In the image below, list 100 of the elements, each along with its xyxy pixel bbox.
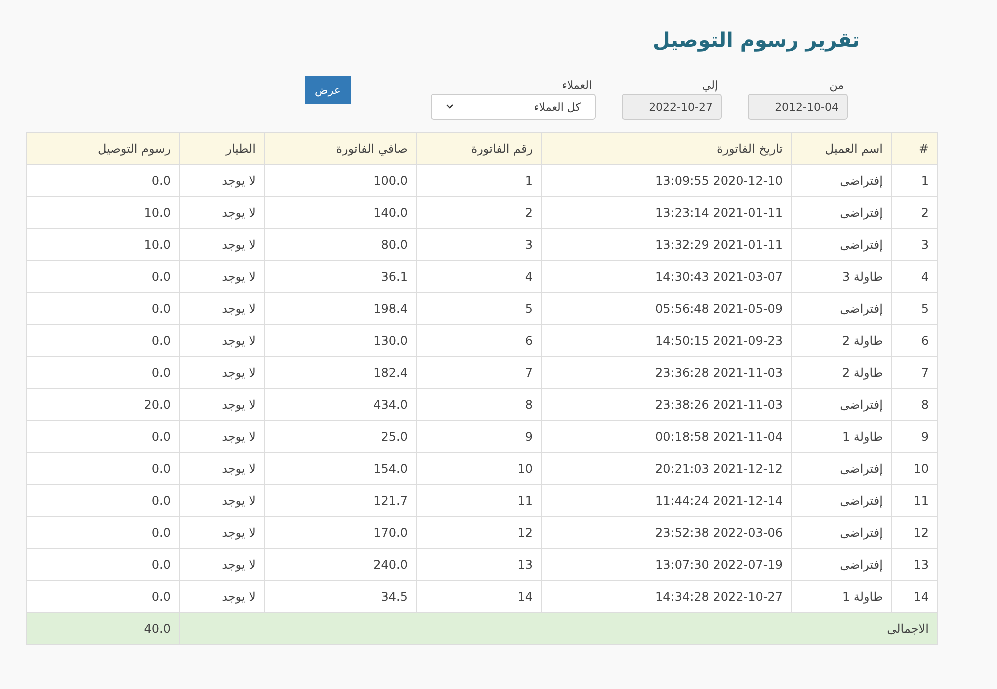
column-header: الطيار (180, 132, 264, 164)
table-cell: 0.0 (26, 324, 180, 356)
table-cell: 154.0 (264, 452, 416, 484)
table-cell: 2022-07-19 13:07:30 (542, 548, 792, 580)
show-button[interactable]: عرض (305, 76, 351, 104)
table-cell: 7 (416, 356, 542, 388)
table-cell: 2 (892, 196, 938, 228)
table-cell: 6 (416, 324, 542, 356)
table-cell: لا يوجد (180, 516, 264, 548)
table-cell: لا يوجد (180, 228, 264, 260)
column-header: رسوم التوصيل (26, 132, 180, 164)
table-cell: لا يوجد (180, 260, 264, 292)
table-cell: 9 (892, 420, 938, 452)
column-header: # (892, 132, 938, 164)
table-cell: 9 (416, 420, 542, 452)
table-cell: 121.7 (264, 484, 416, 516)
table-cell: لا يوجد (180, 196, 264, 228)
caret-icon (446, 104, 454, 110)
table-cell: 2022-10-27 14:34:28 (542, 580, 792, 612)
table-cell: 14 (416, 580, 542, 612)
table-cell: طاولة 1 (792, 580, 892, 612)
field-label: من (830, 79, 844, 92)
table-cell: لا يوجد (180, 324, 264, 356)
table-cell: 434.0 (264, 388, 416, 420)
table-cell: إفتراضى (792, 292, 892, 324)
table-cell: 2 (416, 196, 542, 228)
table-cell: 182.4 (264, 356, 416, 388)
table-cell: 240.0 (264, 548, 416, 580)
table-cell: 8 (416, 388, 542, 420)
table-cell: 6 (892, 324, 938, 356)
table-cell: 14 (892, 580, 938, 612)
table-cell: طاولة 2 (792, 324, 892, 356)
table-cell: 2021-11-04 00:18:58 (542, 420, 792, 452)
table-cell: لا يوجد (180, 388, 264, 420)
table-cell: 34.5 (264, 580, 416, 612)
table-cell: 0.0 (26, 580, 180, 612)
table-cell: لا يوجد (180, 452, 264, 484)
table-cell: 0.0 (26, 260, 180, 292)
table-cell: 2021-11-03 23:36:28 (542, 356, 792, 388)
table-cell: 8 (892, 388, 938, 420)
table-cell: 100.0 (264, 164, 416, 196)
table-cell: 10 (892, 452, 938, 484)
table-cell: 0.0 (26, 292, 180, 324)
table-cell: لا يوجد (180, 548, 264, 580)
total-label: الاجمالى (180, 612, 938, 644)
table-cell: 20.0 (26, 388, 180, 420)
table-cell: إفتراضى (792, 388, 892, 420)
table-cell: 11 (892, 484, 938, 516)
table-cell: طاولة 1 (792, 420, 892, 452)
table-cell: لا يوجد (180, 292, 264, 324)
field-label: العملاء (562, 79, 592, 92)
table-cell: 10.0 (26, 228, 180, 260)
column-header: رقم الفاتورة (416, 132, 542, 164)
table-cell: 13 (416, 548, 542, 580)
table-cell: لا يوجد (180, 580, 264, 612)
table-cell: 7 (892, 356, 938, 388)
table-cell: 13 (892, 548, 938, 580)
table-cell: 12 (892, 516, 938, 548)
date-field[interactable]: 2012-10-04 (748, 94, 848, 120)
table-cell: 2021-12-12 20:21:03 (542, 452, 792, 484)
customer-dropdown[interactable]: كل العملاء (431, 94, 596, 120)
table-cell: 10.0 (26, 196, 180, 228)
table-cell: 11 (416, 484, 542, 516)
table-cell: طاولة 3 (792, 260, 892, 292)
table-cell: 0.0 (26, 516, 180, 548)
table-cell: 1 (892, 164, 938, 196)
table-cell: 0.0 (26, 356, 180, 388)
table-cell: 2021-01-11 13:32:29 (542, 228, 792, 260)
table-cell: 130.0 (264, 324, 416, 356)
date-field[interactable]: 2022-10-27 (622, 94, 722, 120)
table-cell: 25.0 (264, 420, 416, 452)
table-cell: لا يوجد (180, 356, 264, 388)
table-cell: 2021-09-23 14:50:15 (542, 324, 792, 356)
table-cell: 5 (416, 292, 542, 324)
table-cell: 2021-11-03 23:38:26 (542, 388, 792, 420)
table-cell: لا يوجد (180, 484, 264, 516)
column-header: صافي الفاتورة (264, 132, 416, 164)
table-cell: طاولة 2 (792, 356, 892, 388)
table-cell: إفتراضى (792, 548, 892, 580)
table-cell: 0.0 (26, 164, 180, 196)
table-cell: 3 (892, 228, 938, 260)
table-cell: إفتراضى (792, 228, 892, 260)
table-cell: لا يوجد (180, 164, 264, 196)
table-cell: 36.1 (264, 260, 416, 292)
field-label: إلي (702, 79, 718, 92)
table-cell: 0.0 (26, 548, 180, 580)
table-cell: 10 (416, 452, 542, 484)
table-cell: 2021-05-09 05:56:48 (542, 292, 792, 324)
table-cell: 80.0 (264, 228, 416, 260)
table-cell: 12 (416, 516, 542, 548)
table-cell: 2021-01-11 13:23:14 (542, 196, 792, 228)
table-cell: 198.4 (264, 292, 416, 324)
table-cell: 170.0 (264, 516, 416, 548)
table-cell: 0.0 (26, 452, 180, 484)
table-cell: إفتراضى (792, 164, 892, 196)
table-cell: 2020-12-10 13:09:55 (542, 164, 792, 196)
table-cell: 0.0 (26, 420, 180, 452)
table-cell: 4 (892, 260, 938, 292)
table-cell: 2021-03-07 14:30:43 (542, 260, 792, 292)
table-cell: 3 (416, 228, 542, 260)
